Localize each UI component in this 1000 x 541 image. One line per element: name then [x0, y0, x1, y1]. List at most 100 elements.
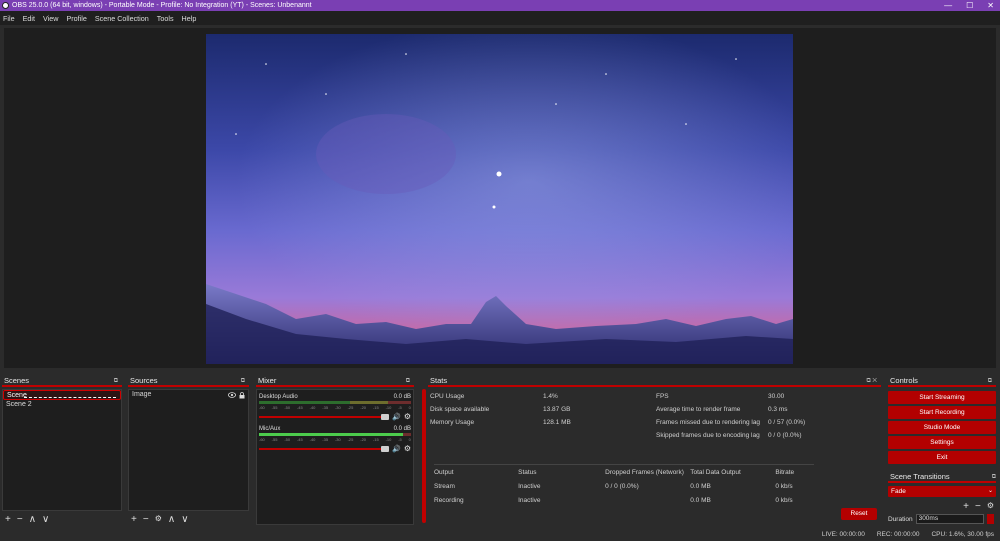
add-source-icon[interactable]: + [131, 514, 137, 525]
scene-name: Scene 2 [6, 401, 32, 408]
status-bar: LIVE: 00:00:00 REC: 00:00:00 CPU: 1.6%, … [0, 528, 1000, 541]
close-button[interactable]: ✕ [987, 0, 994, 11]
sources-title-bar: Sources ⧉ [128, 375, 249, 387]
duration-label: Duration [888, 515, 913, 523]
stat-memory-usage: Memory Usage [430, 419, 475, 426]
scene-transitions-title-bar: Scene Transitions ⧉ [888, 471, 996, 483]
start-streaming-button[interactable]: Start Streaming [888, 391, 996, 404]
stat-disk-space-value: 13.87 GB [543, 406, 571, 413]
speaker-icon[interactable]: 🔊 [392, 413, 401, 421]
remove-transition-icon[interactable]: − [975, 501, 981, 512]
sources-toolbar: + − ⚙ ∧ ∨ [131, 514, 189, 525]
dock-float-icon[interactable]: ⧉ [114, 378, 118, 385]
transition-selected-value: Fade [891, 488, 906, 495]
preview-area[interactable] [4, 28, 996, 368]
controls-title: Controls [890, 376, 918, 385]
menu-tools[interactable]: Tools [157, 14, 174, 23]
transition-select[interactable]: Fade ⌄ [888, 486, 996, 497]
minimize-button[interactable]: — [944, 0, 952, 11]
scene-list-item[interactable]: Scene [3, 390, 121, 400]
volume-slider[interactable] [259, 413, 390, 420]
remove-scene-icon[interactable]: − [17, 514, 23, 525]
mixer-dock: Mixer ⧉ Desktop Audio 0.0 dB -60 -55 -50 -4… [256, 375, 426, 525]
stat-render-time-value: 0.3 ms [768, 406, 788, 413]
exit-button[interactable]: Exit [888, 451, 996, 464]
lock-icon[interactable] [239, 391, 245, 399]
duration-row: Duration 300ms [888, 514, 994, 524]
mixer-panel: Desktop Audio 0.0 dB -60 -55 -50 -45 -40 -35-… [256, 389, 414, 525]
move-source-up-icon[interactable]: ∧ [168, 514, 175, 525]
menu-file[interactable]: File [3, 14, 15, 23]
preview-image[interactable] [206, 34, 793, 364]
menu-scene-collection[interactable]: Scene Collection [95, 14, 149, 23]
dock-float-icon[interactable]: ⧉ [992, 474, 996, 481]
scenes-dock: Scenes ⧉ Scene Scene 2 + − ∧ ∨ [2, 375, 122, 525]
table-row: Stream Inactive 0 / 0 (0.0%) 0.0 MB 0 kb… [434, 482, 793, 490]
add-transition-icon[interactable]: + [963, 501, 969, 512]
maximize-button[interactable]: ☐ [966, 0, 973, 11]
menu-help[interactable]: Help [182, 14, 197, 23]
table-row: Recording Inactive 0.0 MB 0 kb/s [434, 496, 793, 504]
menu-profile[interactable]: Profile [66, 14, 86, 23]
menu-edit[interactable]: Edit [23, 14, 35, 23]
source-name: Image [132, 391, 152, 398]
stat-frames-skipped-value: 0 / 0 (0.0%) [768, 432, 802, 439]
menu-view[interactable]: View [43, 14, 58, 23]
window-titlebar: OBS 25.0.0 (64 bit, windows) - Portable … [0, 0, 1000, 11]
mixer-channel-mic-aux: Mic/Aux 0.0 dB -60 -55 -50 -45 -40 -35 -30 -25-… [259, 426, 411, 453]
dock-float-icon[interactable]: ⧉ [406, 378, 410, 385]
dock-float-icon[interactable]: ⧉ [241, 378, 245, 385]
channel-db: 0.0 dB [393, 394, 411, 400]
scene-transitions-title: Scene Transitions [890, 472, 950, 481]
scenes-title-bar: Scenes ⧉ [2, 375, 122, 387]
source-properties-icon[interactable]: ⚙ [155, 514, 162, 525]
channel-name: Desktop Audio [259, 394, 298, 400]
move-source-down-icon[interactable]: ∨ [181, 514, 188, 525]
visibility-eye-icon[interactable] [228, 392, 236, 398]
mixer-title: Mixer [258, 376, 277, 385]
gear-icon[interactable]: ⚙ [404, 444, 411, 453]
stat-frames-skipped: Skipped frames due to encoding lag [656, 432, 760, 439]
sources-list: Image [128, 389, 249, 511]
source-list-item[interactable]: Image [129, 390, 248, 400]
start-recording-button[interactable]: Start Recording [888, 406, 996, 419]
outputs-table: Output Status Dropped Frames (Network) T… [434, 464, 814, 507]
reset-stats-button[interactable]: Reset [841, 508, 877, 520]
settings-button[interactable]: Settings [888, 436, 996, 449]
controls-title-bar: Controls ⧉ [888, 375, 996, 387]
chevron-down-icon: ⌄ [987, 488, 993, 494]
dock-float-icon[interactable]: ⧉ [988, 378, 992, 385]
stat-memory-usage-value: 128.1 MB [543, 419, 571, 426]
stat-cpu-usage-value: 1.4% [543, 393, 558, 400]
mixer-scrollbar[interactable] [422, 389, 426, 523]
transition-toolbar: + − ⚙ [963, 501, 994, 512]
scenes-list: Scene Scene 2 [2, 389, 122, 511]
outputs-header-row: Output Status Dropped Frames (Network) T… [434, 468, 795, 476]
move-scene-down-icon[interactable]: ∨ [42, 514, 49, 525]
volume-slider[interactable] [259, 445, 390, 452]
stat-frames-missed-value: 0 / 57 (0.0%) [768, 419, 806, 426]
stat-cpu-usage: CPU Usage [430, 393, 465, 400]
stat-render-time: Average time to render frame [656, 406, 741, 413]
audio-meter [259, 433, 411, 436]
studio-mode-button[interactable]: Studio Mode [888, 421, 996, 434]
gear-icon[interactable]: ⚙ [404, 412, 411, 421]
mountain-night-sky-image [206, 34, 793, 364]
mixer-channel-desktop-audio: Desktop Audio 0.0 dB -60 -55 -50 -45 -40 -35-… [259, 394, 411, 421]
stat-frames-missed: Frames missed due to rendering lag [656, 419, 761, 426]
move-scene-up-icon[interactable]: ∧ [29, 514, 36, 525]
volume-slider-handle[interactable] [381, 413, 390, 420]
duration-input[interactable]: 300ms [915, 514, 984, 524]
remove-source-icon[interactable]: − [143, 514, 149, 525]
stats-title-bar: Stats ⧉ ✕ [428, 375, 881, 387]
mixer-title-bar: Mixer ⧉ [256, 375, 414, 387]
transition-properties-icon[interactable]: ⚙ [987, 501, 994, 512]
duration-spinner[interactable] [986, 514, 994, 524]
speaker-icon[interactable]: 🔊 [392, 445, 401, 453]
scene-list-item[interactable]: Scene 2 [3, 400, 121, 410]
rec-timer: REC: 00:00:00 [876, 531, 920, 538]
add-scene-icon[interactable]: + [5, 514, 11, 525]
dock-float-icon[interactable]: ⧉ ✕ [866, 378, 877, 385]
stats-panel: CPU Usage 1.4% Disk space available 13.8… [428, 389, 881, 525]
volume-slider-handle[interactable] [381, 445, 390, 452]
